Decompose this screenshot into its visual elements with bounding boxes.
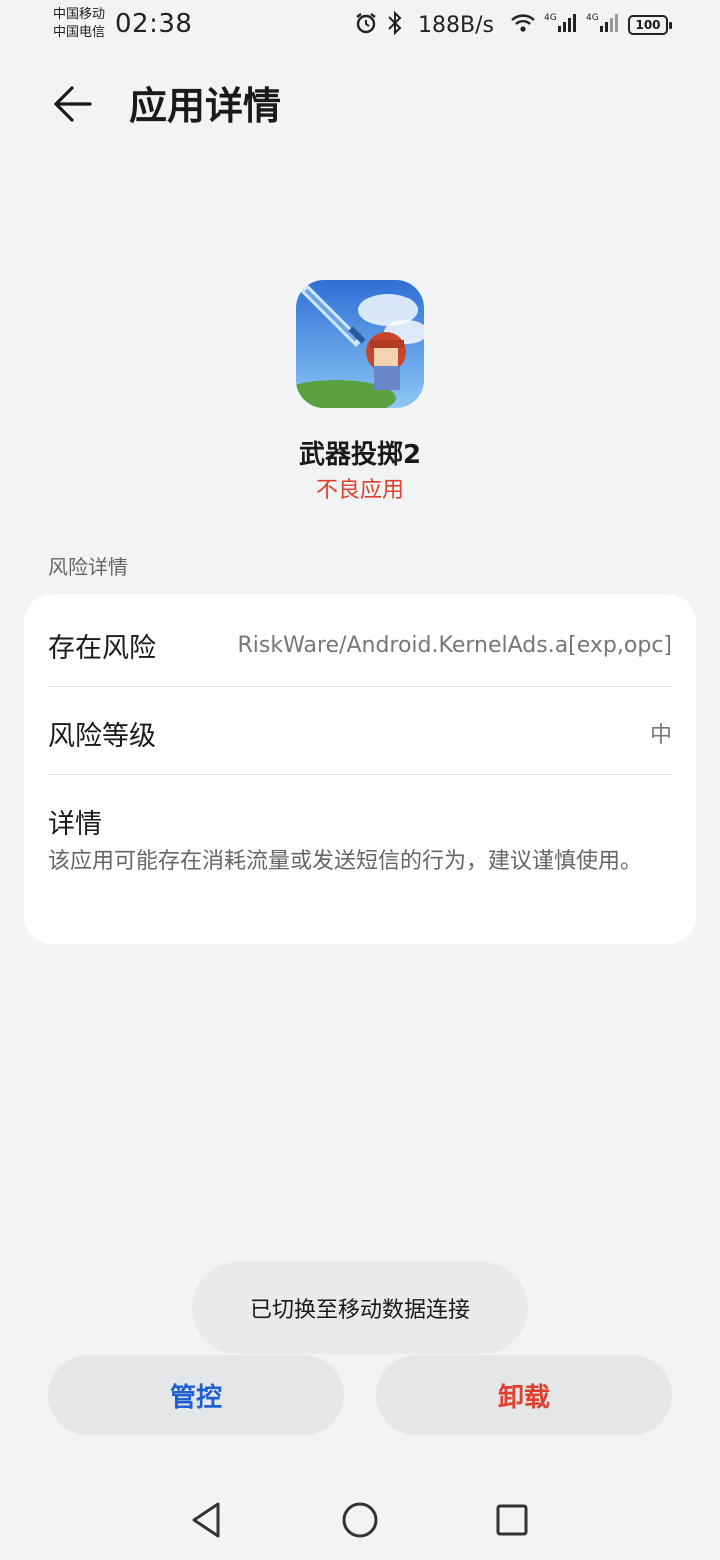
svg-text:4G: 4G	[544, 13, 557, 23]
divider	[48, 774, 672, 775]
signal-4g-icon: 4G	[544, 11, 578, 39]
nav-back-button[interactable]	[182, 1498, 230, 1546]
divider	[48, 686, 672, 687]
risk-row-value: RiskWare/Android.KernelAds.a[exp,opc]	[237, 632, 672, 658]
carrier-info: 中国移动 中国电信	[53, 6, 105, 42]
arrow-left-icon	[50, 84, 94, 128]
wifi-icon	[510, 12, 536, 38]
toast-message: 已切换至移动数据连接	[192, 1262, 528, 1354]
back-button[interactable]	[44, 82, 100, 130]
app-name: 武器投掷2	[298, 440, 422, 470]
battery-level: 100	[635, 18, 661, 32]
section-label: 风险详情	[48, 555, 128, 579]
page-title: 应用详情	[129, 84, 282, 128]
recents-square-icon	[494, 1502, 530, 1542]
nav-recents-button[interactable]	[488, 1498, 536, 1546]
status-time: 02:38	[115, 9, 193, 39]
bluetooth-icon	[386, 10, 404, 40]
risk-row-label: 存在风险	[48, 632, 156, 664]
risk-row-label: 风险等级	[48, 720, 156, 752]
risk-row-type: 存在风险 RiskWare/Android.KernelAds.a[exp,op…	[48, 601, 672, 689]
carrier-2: 中国电信	[53, 25, 106, 40]
risk-tag: 不良应用	[315, 478, 404, 503]
uninstall-button[interactable]: 卸载	[376, 1355, 672, 1435]
svg-text:4G: 4G	[586, 13, 599, 23]
system-nav-bar	[0, 1480, 720, 1560]
home-circle-icon	[340, 1500, 380, 1544]
carrier-1: 中国移动	[53, 7, 106, 22]
net-speed: 188B/s	[418, 12, 494, 38]
control-button[interactable]: 管控	[48, 1355, 344, 1435]
app-bar: 应用详情	[0, 70, 720, 142]
app-icon	[296, 280, 424, 408]
detail-text: 该应用可能存在消耗流量或发送短信的行为，建议谨慎使用。	[48, 849, 643, 874]
signal-4g-icon: 4G	[586, 11, 620, 39]
detail-title: 详情	[48, 809, 102, 840]
risk-row-value: 中	[649, 723, 672, 748]
battery-icon: 100	[628, 15, 672, 35]
status-bar: 中国移动 中国电信 02:38 188B/s 4G 4G 100	[0, 0, 720, 50]
risk-row-level: 风险等级 中	[48, 689, 672, 777]
nav-home-button[interactable]	[336, 1498, 384, 1546]
status-icons: 188B/s 4G 4G 100	[354, 10, 672, 40]
risk-card: 存在风险 RiskWare/Android.KernelAds.a[exp,op…	[24, 594, 696, 944]
alarm-icon	[354, 11, 378, 39]
back-triangle-icon	[188, 1500, 224, 1544]
